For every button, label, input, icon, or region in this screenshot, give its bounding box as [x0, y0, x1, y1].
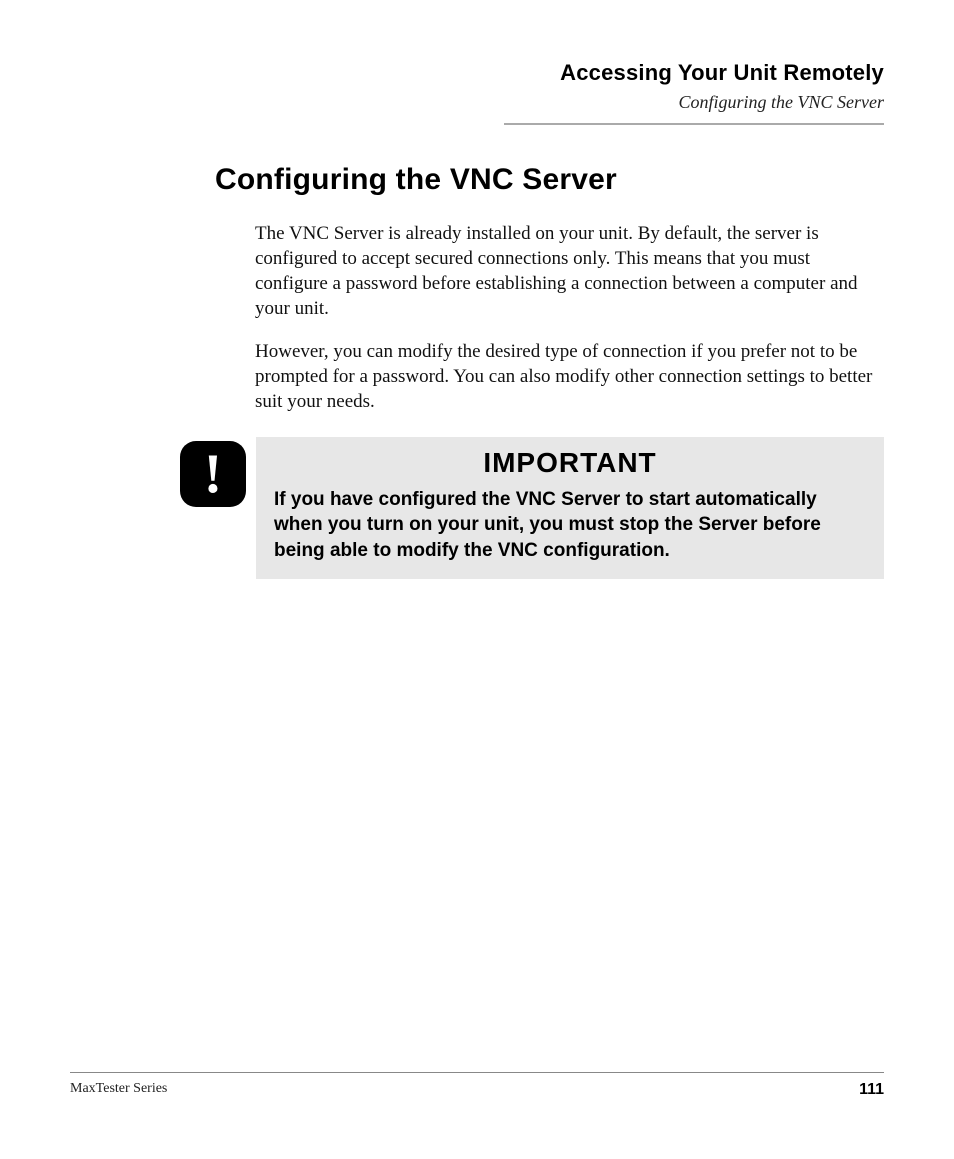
important-text: If you have configured the VNC Server to… — [274, 487, 866, 564]
section-subtitle: Configuring the VNC Server — [70, 92, 884, 113]
footer-divider — [70, 1072, 884, 1073]
section-heading: Configuring the VNC Server — [70, 163, 884, 197]
important-icon: ! — [180, 441, 246, 507]
page-footer: MaxTester Series 111 — [70, 1072, 884, 1099]
header-divider — [504, 123, 884, 125]
footer-row: MaxTester Series 111 — [70, 1081, 884, 1099]
footer-series: MaxTester Series — [70, 1081, 167, 1099]
body-paragraph: The VNC Server is already installed on y… — [255, 221, 884, 321]
running-header: Accessing Your Unit Remotely Configuring… — [70, 60, 884, 125]
exclamation-icon: ! — [204, 446, 223, 502]
body-paragraph: However, you can modify the desired type… — [255, 339, 884, 414]
page-number: 111 — [859, 1081, 884, 1099]
important-callout: ! IMPORTANT If you have configured the V… — [180, 437, 884, 580]
important-box: IMPORTANT If you have configured the VNC… — [256, 437, 884, 580]
document-page: Accessing Your Unit Remotely Configuring… — [0, 0, 954, 1159]
chapter-title: Accessing Your Unit Remotely — [70, 60, 884, 86]
important-title: IMPORTANT — [274, 447, 866, 479]
